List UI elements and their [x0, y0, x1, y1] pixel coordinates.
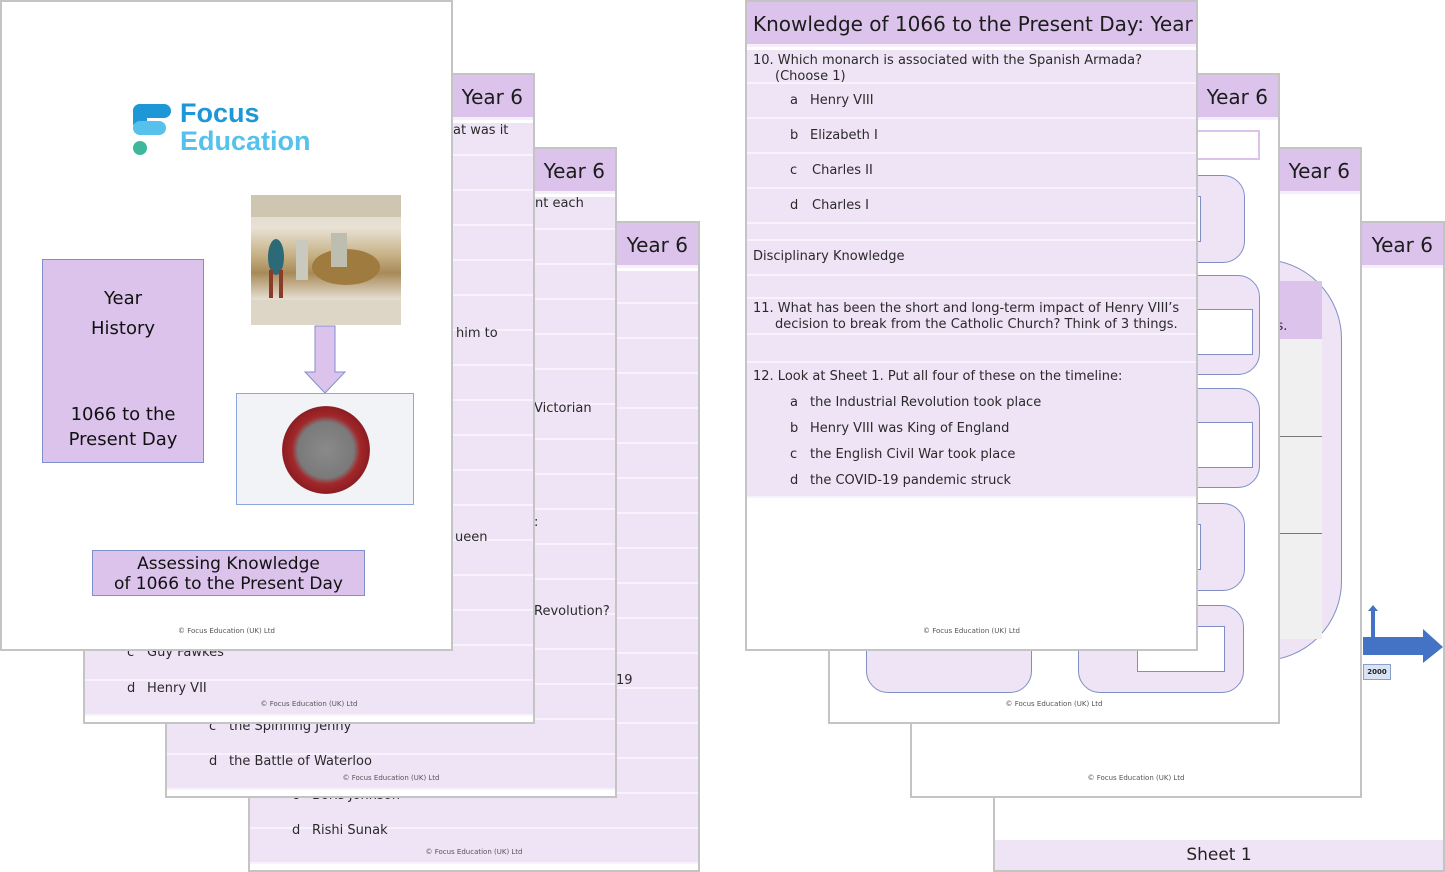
option-letter: d — [127, 681, 136, 696]
bayeux-tapestry-image — [251, 195, 401, 325]
question-12: 12. Look at Sheet 1. Put all four of the… — [747, 363, 1196, 498]
question-text: 12. Look at Sheet 1. Put all four of the… — [753, 369, 1123, 384]
question-10: 10. Which monarch is associated with the… — [747, 50, 1196, 84]
question-list: 10. Which monarch is associated with the… — [747, 50, 1196, 498]
section-heading: Disciplinary Knowledge — [747, 241, 1196, 276]
option-text: Rishi Sunak — [312, 823, 388, 838]
focus-logo-icon — [133, 104, 171, 155]
answer-option: d Rishi Sunak — [292, 823, 388, 838]
option-letter: d — [292, 823, 301, 838]
option-letter: a — [790, 93, 798, 108]
logo-text: Focus Education — [180, 99, 311, 155]
coronavirus-image — [236, 393, 414, 505]
period-line-2: Present Day — [68, 429, 178, 450]
focus-education-logo: Focus Education — [132, 99, 332, 162]
copyright: © Focus Education (UK) Ltd — [342, 774, 440, 782]
assessing-line-1: Assessing Knowledge — [137, 554, 320, 574]
option-letter: c — [790, 447, 798, 462]
page-title: Knowledge of 1066 to the Present Day: Ye… — [747, 2, 1196, 47]
question-text-cont: decision to break from the Catholic Chur… — [775, 317, 1178, 332]
option-letter: c — [790, 163, 798, 178]
timeline-option: a the Industrial Revolution took place — [790, 395, 1041, 410]
virus-icon — [282, 406, 370, 494]
option-letter: b — [790, 128, 799, 143]
question-snippet: 19 — [616, 673, 633, 688]
option-letter: d — [790, 198, 799, 213]
answer-option: d the Battle of Waterloo — [209, 754, 372, 769]
section-label: Disciplinary Knowledge — [753, 249, 905, 264]
sheet-footer: Sheet 1 — [995, 840, 1443, 870]
option-text: Henry VIII was King of England — [810, 421, 1010, 436]
logo-line-1: Focus — [180, 98, 260, 128]
copyright: © Focus Education (UK) Ltd — [1087, 774, 1185, 782]
period-line-1: 1066 to the — [70, 404, 176, 425]
option-letter: d — [209, 754, 218, 769]
option-letter: b — [790, 421, 799, 436]
answer-option: d Henry VII — [127, 681, 207, 696]
question-snippet: him to — [456, 326, 498, 341]
copyright: © Focus Education (UK) Ltd — [425, 848, 523, 856]
assessing-line-2: of 1066 to the Present Day — [114, 574, 343, 594]
question-11: 11. What has been the short and long-ter… — [747, 299, 1196, 335]
answer-option[interactable]: d Charles I — [747, 189, 1196, 224]
subject-label: History — [90, 318, 156, 339]
option-letter: a — [790, 395, 798, 410]
question-snippet: nt each — [535, 196, 584, 211]
question-hint: (Choose 1) — [775, 69, 846, 84]
spacer-row — [747, 335, 1196, 363]
spacer-row — [747, 276, 1196, 299]
copyright: © Focus Education (UK) Ltd — [922, 627, 1020, 635]
option-text: Elizabeth I — [810, 128, 878, 143]
timeline-arrow-icon — [1363, 605, 1443, 663]
question-text: 10. Which monarch is associated with the… — [753, 53, 1143, 68]
option-text: the English Civil War took place — [810, 447, 1016, 462]
answer-option[interactable]: a Henry VIII — [747, 84, 1196, 119]
option-text: Henry VIII — [810, 93, 874, 108]
period-label: 1066 to the Present Day — [43, 402, 203, 452]
answer-option[interactable]: c Charles II — [747, 154, 1196, 189]
option-text: Charles I — [812, 198, 869, 213]
arrow-down-icon — [304, 325, 346, 394]
logo-line-2: Education — [180, 126, 311, 156]
copyright: © Focus Education (UK) Ltd — [1005, 700, 1103, 708]
timeline-option: b Henry VIII was King of England — [790, 421, 1009, 436]
tapestry-figures-icon — [251, 195, 401, 325]
timeline-option: c the English Civil War took place — [790, 447, 1015, 462]
timeline-option: d the COVID-19 pandemic struck — [790, 473, 1011, 488]
spacer-row — [747, 224, 1196, 241]
option-letter: d — [790, 473, 799, 488]
question-snippet: Victorian — [534, 401, 592, 416]
option-text: the Industrial Revolution took place — [810, 395, 1042, 410]
question-snippet: Revolution? — [534, 604, 610, 619]
copyright: © Focus Education (UK) Ltd — [177, 627, 275, 635]
copyright: © Focus Education (UK) Ltd — [260, 700, 358, 708]
option-text: Charles II — [812, 163, 873, 178]
option-text: Henry VII — [147, 681, 207, 696]
cover-page: Focus Education Year History 1066 to the… — [0, 0, 453, 651]
question-snippet: at was it — [453, 123, 509, 138]
year-label: Year — [103, 288, 143, 309]
question-text: 11. What has been the short and long-ter… — [753, 301, 1180, 316]
year-subject-box: Year History 1066 to the Present Day — [42, 259, 204, 463]
question-page: Knowledge of 1066 to the Present Day: Ye… — [745, 0, 1198, 651]
option-text: the Battle of Waterloo — [229, 754, 372, 769]
answer-option[interactable]: b Elizabeth I — [747, 119, 1196, 154]
timeline-label: 2000 — [1363, 664, 1391, 680]
question-snippet: ueen — [455, 530, 488, 545]
option-text: the COVID-19 pandemic struck — [810, 473, 1012, 488]
assessing-title-box: Assessing Knowledge of 1066 to the Prese… — [92, 550, 365, 596]
